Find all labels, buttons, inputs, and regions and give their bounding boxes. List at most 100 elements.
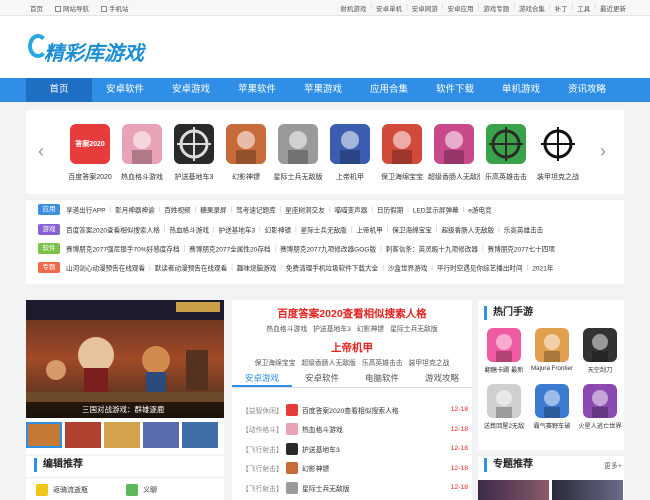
featured-thumb[interactable] [65,422,101,448]
slider-item[interactable]: 幻影神镖 [220,124,272,182]
hot-game-item[interactable]: 送葬回屋2无敌 [480,384,528,430]
featured-thumb[interactable] [104,422,140,448]
tag-row-badge[interactable]: 专题 [38,262,60,273]
slider-item[interactable]: 乐高英雄击击 [480,124,532,182]
hot-game-item[interactable]: Majura Frontier [528,328,576,374]
top-link[interactable]: 安卓网游 [412,3,438,13]
tag-link[interactable]: 沙盒世界游戏 [388,266,428,273]
headline-link[interactable]: 装甲坦克之战 [409,360,450,367]
tag-link[interactable]: 赛博朋克2077全属性20存档 [189,247,270,254]
nav-item[interactable]: 首页 [26,78,92,102]
tag-link[interactable]: 免费清理手机垃圾软件下载大全 [286,266,378,273]
list-item[interactable]: 【飞行射击】 幻影神镖 12-18 [242,459,468,479]
slider-item[interactable]: 热血格斗游戏 [116,124,168,182]
editor-item[interactable]: 返骑流逝瓶 [36,484,88,496]
headline-link[interactable]: 幻影神镖 [357,326,384,333]
hot-game-item[interactable]: 翻糖卡踢 最新 [480,328,528,374]
featured-image[interactable] [26,300,224,418]
headline-1[interactable]: 百度答案2020查看相似搜索人格 [232,306,472,321]
slider-item[interactable]: 护送基地车3 [168,124,220,182]
top-link[interactable]: 工具 [577,3,590,13]
tag-link[interactable]: 日历假期 [377,208,403,215]
headline-link[interactable]: 超级香肠人无敌版 [301,360,355,367]
tag-link[interactable]: 上帝机甲 [356,228,382,235]
tag-link[interactable]: 默读者动漫预告在线观看 [155,266,228,273]
tag-link[interactable]: 星际士兵无敌版 [301,228,347,235]
tag-link[interactable]: 赛博朋克2077七十四项 [488,247,555,254]
slider-item[interactable]: 上帝机甲 [324,124,376,182]
nav-item[interactable]: 单机游戏 [488,78,554,102]
tag-link[interactable]: 山河剑心动漫预告在线观看 [66,266,145,273]
top-link[interactable]: 最近更新 [600,3,626,13]
top-link[interactable]: 射机游戏 [340,3,366,13]
top-link-sitemap[interactable]: 网站导航 [55,3,89,13]
slider-item[interactable]: 装甲坦克之战 [532,124,584,182]
hot-game-item[interactable]: 天空刮刀 [576,328,624,374]
tag-link[interactable]: 百度答案2020查看相似搜索人格 [66,228,160,235]
site-logo[interactable]: 精彩库游戏 [28,34,148,65]
content-tab[interactable]: 游戏攻略 [412,370,472,387]
slider-next-icon[interactable]: › [596,142,610,160]
tag-row-badge[interactable]: 游戏 [38,224,60,235]
headline-link[interactable]: 星际士兵无敌版 [390,326,438,333]
content-tab[interactable]: 安卓软件 [292,370,352,387]
headline-2[interactable]: 上帝机甲 [232,340,472,355]
top-link[interactable]: 补丁 [555,3,568,13]
tag-link[interactable]: 保卫海绵宝宝 [392,228,432,235]
topic-image[interactable] [478,480,549,500]
tag-link[interactable]: 糖果录屏 [200,208,226,215]
tag-link[interactable]: 赛博朋克2077九项修改器GOG版 [280,247,376,254]
nav-item[interactable]: 安卓软件 [92,78,158,102]
featured-thumb[interactable] [182,422,218,448]
featured-thumb[interactable] [143,422,179,448]
tag-link[interactable]: 刺客信条：英灵殿十九项修改器 [386,247,478,254]
tag-link[interactable]: 享道出行APP [66,208,106,215]
tag-link[interactable]: 驾考速记题库 [236,208,276,215]
tag-row-badge[interactable]: 软件 [38,243,60,254]
tag-link[interactable]: LED显示屏弹幕 [413,208,459,215]
tag-link[interactable]: 热血格斗游戏 [169,228,209,235]
tag-link[interactable]: 星座树洞交友 [285,208,325,215]
top-link[interactable]: 安卓单机 [376,3,402,13]
topic-more-link[interactable]: 更多+ [604,461,622,471]
slider-item[interactable]: 超级香肠人无敌版 [428,124,480,182]
nav-item[interactable]: 苹果软件 [224,78,290,102]
slider-item[interactable]: 保卫海绵宝宝 [376,124,428,182]
slider-prev-icon[interactable]: ‹ [34,142,48,160]
list-item[interactable]: 【益智休闲】 百度答案2020查看相似搜索人格 12-18 [242,400,468,420]
nav-item[interactable]: 苹果游戏 [290,78,356,102]
tag-row-badge[interactable]: 应用 [38,204,60,215]
list-item[interactable]: 【飞行射击】 护送基地车3 12-18 [242,439,468,459]
featured-thumb[interactable] [26,422,62,448]
content-tab[interactable]: 安卓游戏 [232,370,292,387]
slider-item[interactable]: 星际士兵无敌版 [272,124,324,182]
top-link-mobile[interactable]: 手机站 [101,3,129,13]
nav-item[interactable]: 应用合集 [356,78,422,102]
top-link[interactable]: 安卓应用 [447,3,473,13]
tag-link[interactable]: e游电竞 [468,208,491,215]
tag-link[interactable]: 百姓视频 [164,208,190,215]
content-tab[interactable]: 电脑软件 [352,370,412,387]
tag-link[interactable]: 超级香肠人无敌版 [441,228,494,235]
slider-item[interactable]: 答案2020 百度答案2020 [64,124,116,182]
headline-link[interactable]: 保卫海绵宝宝 [255,360,296,367]
editor-item[interactable]: 义聊 [126,484,157,496]
hot-game-item[interactable]: 霸气赛野车破 [528,384,576,430]
top-link-home[interactable]: 首页 [30,3,43,13]
tag-link[interactable]: 平行时空遇见你综艺播出时间 [437,266,523,273]
top-link[interactable]: 游戏专题 [483,3,509,13]
list-item[interactable]: 【动作格斗】 热血格斗游戏 12-18 [242,420,468,440]
nav-item[interactable]: 安卓游戏 [158,78,224,102]
tag-link[interactable]: 喵喵变声器 [334,208,367,215]
tag-link[interactable]: 乐高英雄击击 [504,228,544,235]
headline-link[interactable]: 乐高英雄击击 [362,360,403,367]
tag-link[interactable]: 2021年 [532,266,553,273]
hot-game-item[interactable]: 火星人逃亡世界 [576,384,624,430]
tag-link[interactable]: 赛博朋克2077强尼银手70%好感度存档 [66,247,180,254]
tag-link[interactable]: 护送基地车3 [218,228,255,235]
tag-link[interactable]: 幻影神镖 [265,228,291,235]
list-item[interactable]: 【飞行射击】 星际士兵无敌版 12-18 [242,478,468,498]
nav-item[interactable]: 软件下载 [422,78,488,102]
tag-link[interactable]: 趣味烧脑游戏 [237,266,277,273]
headline-link[interactable]: 护送基地车3 [313,326,351,333]
